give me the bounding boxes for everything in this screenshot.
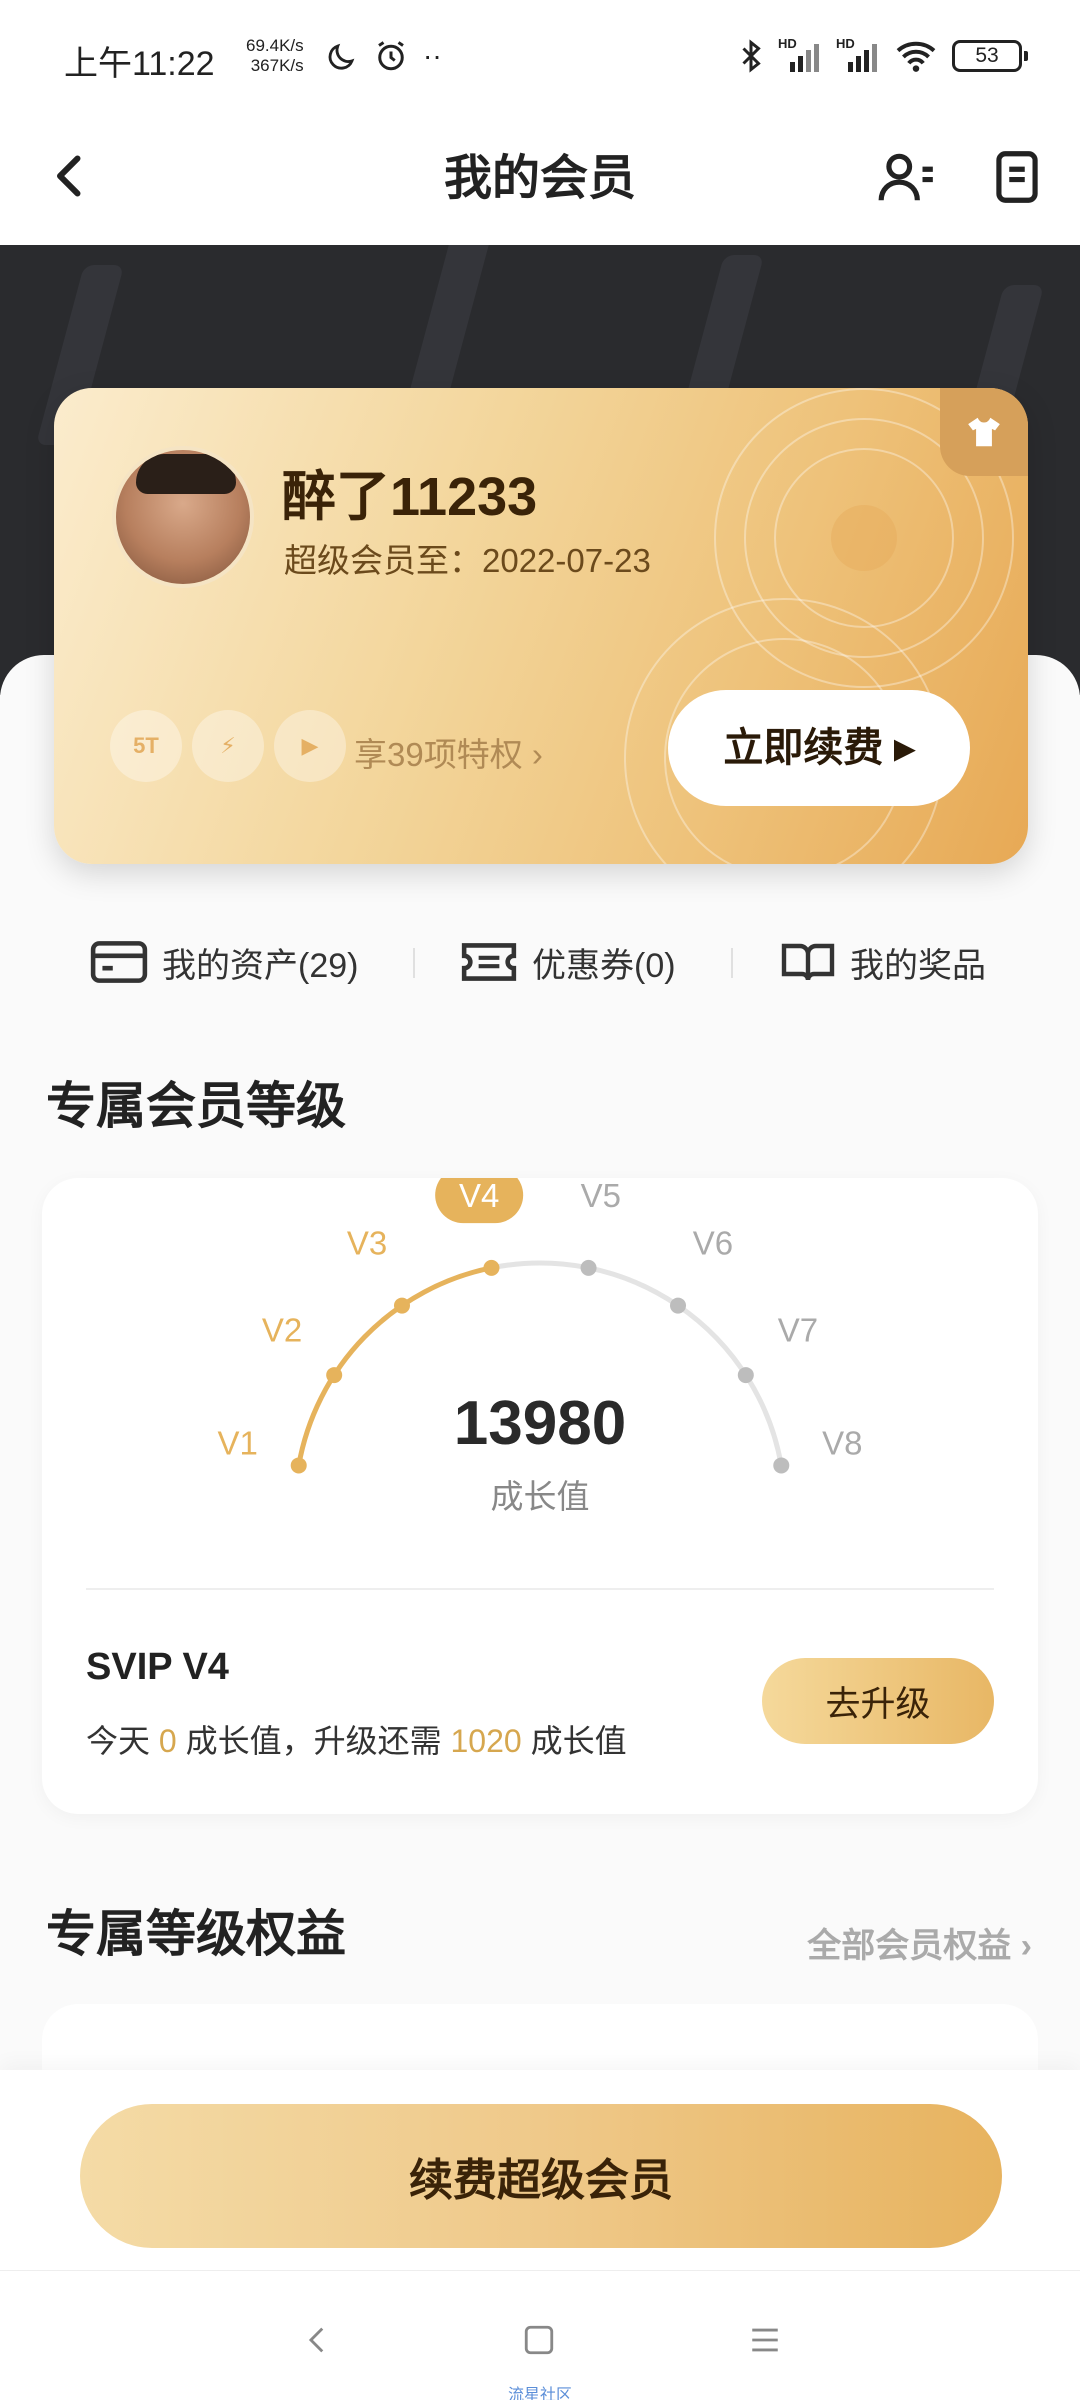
membership-expiry: 超级会员至：2022-07-23 — [284, 542, 651, 579]
nav-caption: 流星社区 — [507, 2387, 572, 2400]
growth-progress-text: 今天 0 成长值，升级还需 1020 成长值 — [86, 1716, 627, 1762]
alarm-icon — [378, 41, 404, 71]
network-speed: 69.4K/s 367K/s — [246, 36, 304, 76]
nav-menu-button[interactable] — [740, 2315, 790, 2365]
chevron-right-icon: › — [522, 736, 543, 773]
progress-prefix: 今天 — [86, 1723, 159, 1759]
signal-strength-1-icon: HD — [778, 36, 822, 74]
growth-value: 13980 — [453, 1389, 627, 1458]
upgrade-button[interactable]: 去升级 — [762, 1658, 994, 1744]
bottom-action-bar: 续费超级会员 — [0, 2070, 1080, 2270]
needed-growth: 1020 — [450, 1723, 522, 1759]
account-manage-button[interactable] — [876, 146, 938, 208]
level-label-v2: V2 — [262, 1311, 302, 1348]
member-card[interactable]: 醉了11233 超级会员至：2022-07-23 5T ⚡ ▶ 享39项特权 ›… — [54, 388, 1028, 864]
progress-suffix: 成长值 — [521, 1723, 627, 1759]
growth-label: 成长值 — [490, 1478, 590, 1515]
renew-super-member-button[interactable]: 续费超级会员 — [80, 2104, 1002, 2248]
more-dots-icon: ·· — [423, 40, 442, 71]
level-label-v4: V4 — [459, 1178, 499, 1214]
title-bar: 我的会员 — [0, 110, 1080, 245]
orders-button[interactable] — [986, 146, 1048, 208]
avatar[interactable] — [112, 446, 254, 588]
my-prizes-label: 我的奖品 — [850, 946, 986, 985]
speed-bolt-icon: ⚡ — [192, 710, 264, 782]
svip-level: SVIP V4 — [86, 1646, 229, 1688]
video-play-icon: ▶ — [274, 710, 346, 782]
bluetooth-icon — [742, 39, 761, 73]
divider — [413, 948, 415, 978]
square-icon — [524, 2325, 554, 2355]
benefits-section-title: 专属等级权益 — [46, 1906, 346, 1962]
level-dot-v6 — [670, 1297, 687, 1314]
level-label-v6: V6 — [693, 1224, 733, 1261]
card-ornament — [831, 505, 897, 571]
moon-icon — [328, 43, 355, 70]
battery-indicator: 53 — [952, 40, 1028, 72]
level-dot-v3 — [393, 1297, 410, 1314]
nav-back-button[interactable] — [293, 2315, 343, 2365]
book-icon — [781, 943, 835, 981]
my-assets-label: 我的资产(29) — [162, 946, 359, 985]
divider — [731, 948, 733, 978]
network-up: 69.4K/s — [246, 36, 304, 55]
level-label-v7: V7 — [778, 1311, 818, 1348]
quick-links: 我的资产(29) 优惠券(0) 我的奖品 — [0, 930, 1080, 994]
today-growth: 0 — [158, 1723, 177, 1759]
level-label-v5: V5 — [581, 1178, 621, 1214]
level-card: V1 V2 V3 V4 V5 V6 V7 V8 13980 成长值 SVIP V4 今天 0 … — [42, 1178, 1038, 1814]
network-down: 367K/s — [250, 56, 304, 75]
progress-mid: 成长值，升级还需 — [176, 1723, 451, 1759]
my-prizes-link[interactable]: 我的奖品 — [780, 930, 986, 994]
level-dot-v7 — [737, 1367, 754, 1384]
status-bar: 上午11:22 69.4K/s 367K/s ·· HD HD 53 — [0, 0, 1080, 110]
level-section-title: 专属会员等级 — [46, 1078, 346, 1134]
level-label-v3: V3 — [347, 1224, 387, 1261]
signal-strength-2-icon: HD — [836, 36, 880, 74]
status-time: 上午11:22 — [64, 45, 215, 83]
user-list-icon — [878, 153, 933, 201]
menu-icon — [752, 2328, 778, 2352]
my-assets-link[interactable]: 我的资产(29) — [90, 930, 358, 994]
status-icons-right: HD HD 53 — [738, 34, 1028, 78]
member-name: 醉了11233 — [282, 467, 538, 527]
wifi-icon — [896, 41, 936, 72]
renew-now-button[interactable]: 立即续费 ▸ — [668, 690, 970, 806]
ticket-icon — [461, 943, 517, 981]
card-skin-button[interactable] — [940, 388, 1028, 476]
chevron-left-icon — [308, 2327, 324, 2353]
tshirt-icon — [968, 417, 1000, 447]
level-gauge: V1V2V3V4 V5V6V7V8 — [217, 1178, 863, 1474]
level-dot-v5 — [580, 1259, 597, 1276]
privileges-link[interactable]: 享39项特权 › — [354, 728, 543, 776]
system-nav-bar: 流星社区 — [0, 2270, 1080, 2400]
nav-home-button[interactable] — [514, 2315, 564, 2365]
storage-5t-icon: 5T — [110, 710, 182, 782]
card-icon — [90, 941, 148, 983]
coupons-label: 优惠券(0) — [532, 946, 676, 985]
privilege-icons[interactable]: 5T ⚡ ▶ — [110, 710, 346, 782]
status-icons-left: ·· — [325, 36, 442, 76]
coupons-link[interactable]: 优惠券(0) — [460, 930, 676, 994]
all-benefits-link[interactable]: 全部会员权益 › — [807, 1918, 1032, 1967]
level-dot-v4 — [483, 1259, 500, 1276]
privileges-link-label: 享39项特权 — [354, 736, 523, 773]
document-icon — [996, 151, 1038, 203]
divider — [86, 1588, 994, 1590]
level-dot-v2 — [326, 1367, 343, 1384]
